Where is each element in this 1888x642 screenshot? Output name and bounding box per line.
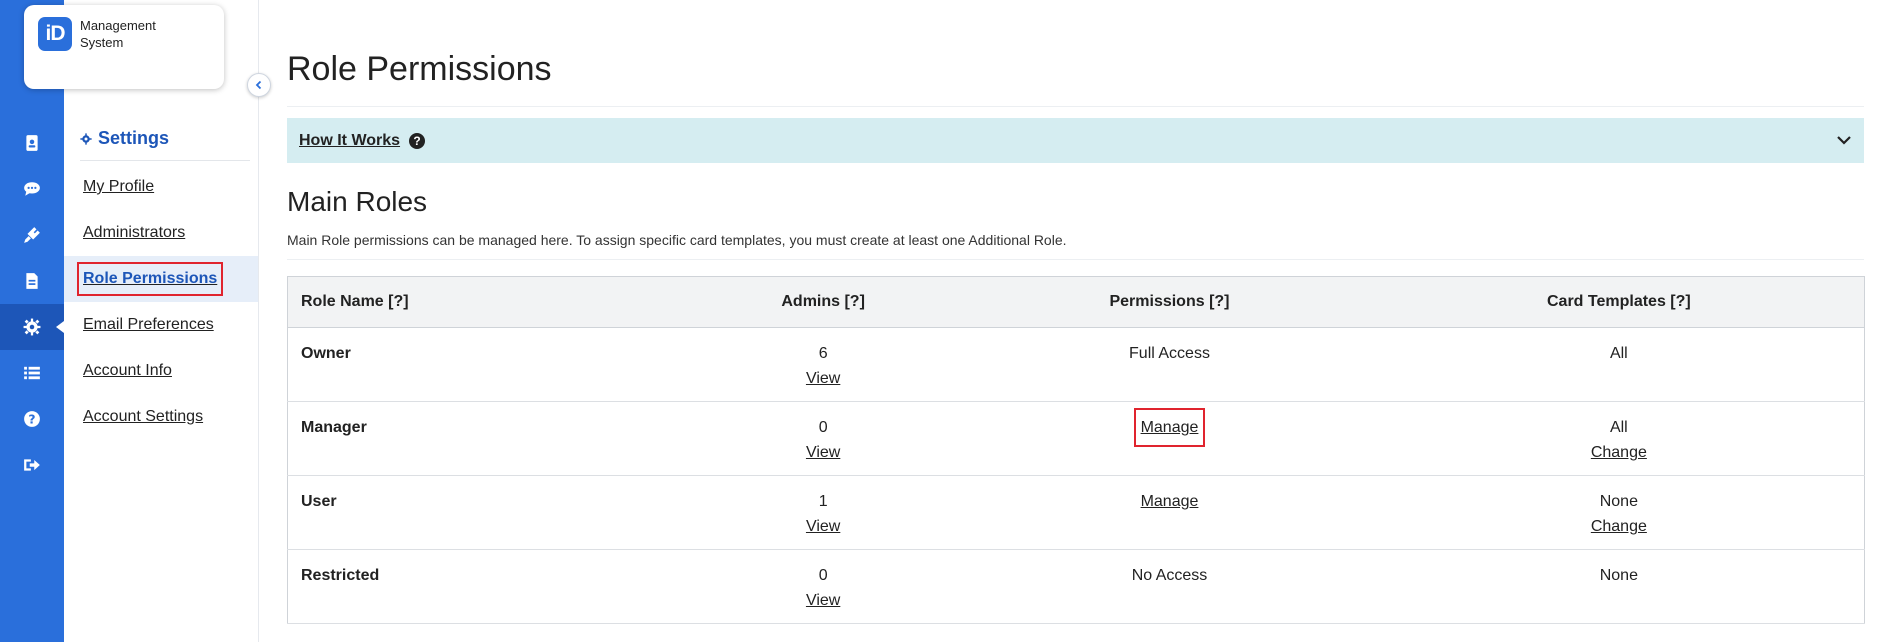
gear-icon [23,318,41,336]
permissions-cell: No Access [965,549,1374,624]
chevron-left-icon [255,80,262,90]
view-admins-link[interactable]: View [806,366,840,391]
rail-contacts[interactable] [0,120,64,166]
column-header-admins[interactable]: Admins [?] [681,276,966,328]
sidebar-item-label: Account Info [83,362,172,379]
rail-sign-out[interactable] [0,442,64,488]
table-row: Manager 0 View Manage All Change [287,401,1865,476]
admins-count: 0 [818,567,828,584]
sidebar-item-label: My Profile [83,178,155,195]
rail-lists[interactable] [0,350,64,396]
settings-heading-label: Settings [98,128,170,148]
sidebar-item-my-profile[interactable]: My Profile [64,164,258,210]
change-templates-link[interactable]: Change [1591,514,1647,539]
view-admins-link[interactable]: View [806,440,840,465]
view-admins-link[interactable]: View [806,514,840,539]
templates-text: None [1599,567,1638,584]
change-templates-link[interactable]: Change [1591,440,1647,465]
contact-card-icon [26,135,38,151]
admins-count: 0 [818,419,828,436]
svg-text:?: ? [28,413,35,427]
sidebar-item-label: Role Permissions [76,262,224,296]
list-icon [24,366,40,380]
section-description: Main Role permissions can be managed her… [287,232,1067,248]
role-name: Manager [287,401,681,476]
settings-nav: My Profile Administrators Role Permissio… [64,164,258,440]
logo-line-1: Management [80,18,156,33]
templates-cell: All Change [1373,401,1865,476]
sidebar-item-label: Email Preferences [83,316,214,333]
manage-permissions-link[interactable]: Manage [1141,489,1199,514]
question-circle-icon: ? [409,132,426,149]
templates-cell: None Change [1373,475,1865,550]
table-row: Owner 6 View Full Access All [287,327,1865,402]
icon-rail: ? [0,0,64,642]
permissions-cell: Manage [965,401,1374,476]
permissions-cell: Full Access [965,327,1374,402]
column-header-card-templates[interactable]: Card Templates [?] [1373,276,1865,328]
column-header-permissions[interactable]: Permissions [?] [965,276,1374,328]
table-header-row: Role Name [?] Admins [?] Permissions [?]… [287,276,1865,328]
logo-line-2: System [80,35,124,50]
sidebar-item-administrators[interactable]: Administrators [64,210,258,256]
settings-heading: Settings [80,128,169,149]
admins-cell: 1 View [681,475,966,550]
document-icon [26,273,38,289]
rail-help[interactable]: ? [0,396,64,442]
plug-icon [24,227,40,243]
role-name: User [287,475,681,550]
settings-divider [80,160,250,161]
admins-count: 6 [818,345,828,362]
sidebar-item-account-settings[interactable]: Account Settings [64,394,258,440]
sidebar-item-label: Account Settings [83,408,204,425]
sidebar-item-label: Administrators [83,224,186,241]
templates-text: All [1609,345,1628,362]
table-row: User 1 View Manage None Change [287,475,1865,550]
gear-icon [80,132,92,145]
templates-text: None [1599,493,1638,510]
admins-cell: 0 View [681,549,966,624]
templates-text: All [1609,419,1628,436]
rail-documents[interactable] [0,258,64,304]
how-it-works-label[interactable]: How It Works [299,132,400,150]
collapse-sidebar-button[interactable] [247,73,271,97]
templates-cell: None [1373,549,1865,624]
table-row: Restricted 0 View No Access None [287,549,1865,624]
sidebar-item-role-permissions[interactable]: Role Permissions [64,256,258,302]
sign-out-icon [24,459,40,471]
rail-integrations[interactable] [0,212,64,258]
how-it-works-panel[interactable]: How It Works ? [287,118,1864,163]
page-title: Role Permissions [287,50,552,88]
section-divider [287,259,1864,260]
chat-icon [24,182,40,196]
title-divider [287,106,1864,107]
view-admins-link[interactable]: View [806,588,840,613]
sidebar-item-email-preferences[interactable]: Email Preferences [64,302,258,348]
logo-text: Management System [80,17,156,51]
permissions-text: No Access [1131,567,1208,584]
sidebar-item-account-info[interactable]: Account Info [64,348,258,394]
templates-cell: All [1373,327,1865,402]
section-title: Main Roles [287,186,428,217]
manage-permissions-link[interactable]: Manage [1133,408,1206,447]
permissions-cell: Manage [965,475,1374,550]
app-logo[interactable]: iD Management System [24,5,224,89]
rail-messages[interactable] [0,166,64,212]
admins-cell: 6 View [681,327,966,402]
roles-table: Role Name [?] Admins [?] Permissions [?]… [287,276,1865,624]
role-name: Restricted [287,549,681,624]
role-name: Owner [287,327,681,402]
admins-count: 1 [818,493,828,510]
admins-cell: 0 View [681,401,966,476]
column-header-role-name[interactable]: Role Name [?] [287,276,681,328]
logo-mark: iD [38,17,72,51]
rail-settings[interactable] [0,304,64,350]
permissions-text: Full Access [1129,345,1210,362]
help-icon: ? [24,411,40,427]
chevron-down-icon[interactable] [1836,132,1852,153]
